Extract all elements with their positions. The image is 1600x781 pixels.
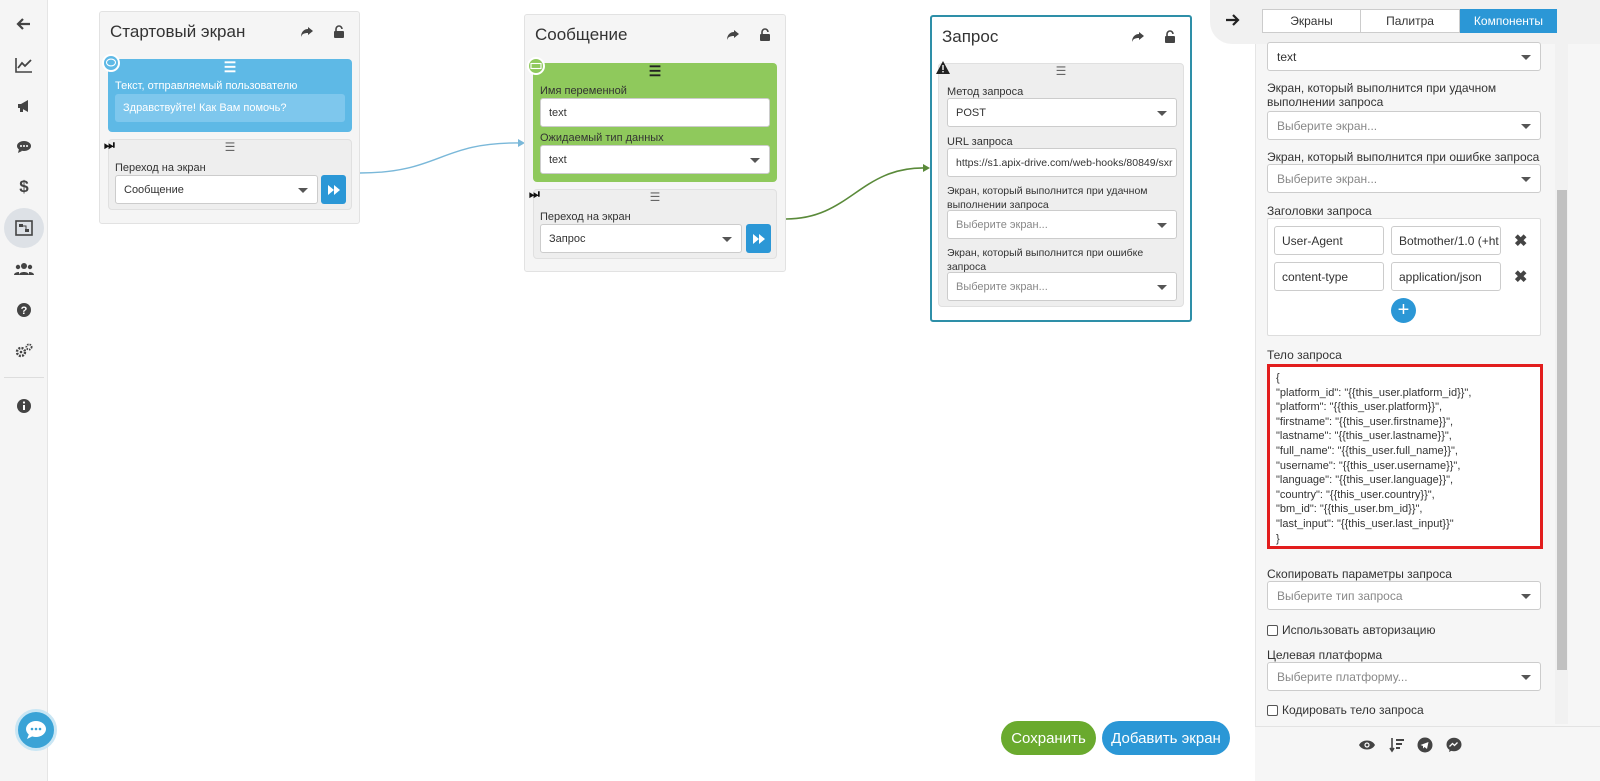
messenger-icon[interactable]	[1444, 735, 1464, 755]
add-screen-button[interactable]: Добавить экран	[1102, 721, 1230, 755]
error-screen-select[interactable]: Выберите экран...	[1267, 164, 1541, 193]
unlock-icon[interactable]	[755, 25, 775, 45]
screens-icon[interactable]	[4, 208, 44, 248]
header-key-input[interactable]: User-Agent	[1274, 226, 1384, 255]
share-icon[interactable]	[723, 25, 743, 45]
chat-widget-icon[interactable]	[15, 709, 57, 751]
transition-label: Переход на экран	[115, 162, 206, 174]
message-type-icon	[102, 54, 120, 72]
telegram-icon[interactable]	[1415, 735, 1435, 755]
screen-card-message[interactable]: Сообщение ☰ Имя переменной text Ожидаемы…	[524, 14, 786, 272]
encode-body-checkbox[interactable]: Кодировать тело запроса	[1267, 703, 1424, 717]
save-button[interactable]: Сохранить	[1001, 721, 1096, 755]
transition-block[interactable]: ☰ Переход на экран Сообщение	[108, 139, 352, 210]
arrow-left-icon[interactable]	[4, 4, 44, 44]
body-label: Тело запроса	[1267, 348, 1342, 362]
dollar-icon[interactable]: $	[4, 167, 44, 207]
unlock-icon[interactable]	[329, 22, 349, 42]
platform-select[interactable]: Выберите платформу...	[1267, 662, 1541, 691]
share-icon[interactable]	[1128, 27, 1148, 47]
variable-input[interactable]: text	[540, 98, 770, 127]
screen-title: Сообщение	[535, 25, 628, 44]
left-sidebar: $ ?	[0, 0, 48, 781]
sort-icon[interactable]	[1387, 735, 1407, 755]
info-icon[interactable]	[4, 386, 44, 426]
drag-handle-icon[interactable]: ☰	[225, 140, 236, 154]
screen-card-request[interactable]: Запрос ☰ Метод запроса POST URL запроса …	[930, 15, 1192, 322]
data-type-label: Ожидаемый тип данных	[540, 132, 664, 144]
headers-label: Заголовки запроса	[1267, 204, 1372, 218]
settings-icon[interactable]	[4, 331, 44, 371]
message-text[interactable]: Здравствуйте! Как Вам помочь?	[115, 94, 345, 122]
screen-title: Стартовый экран	[110, 22, 246, 41]
remove-header-icon[interactable]: ✖	[1514, 267, 1527, 287]
success-screen-select[interactable]: Выберите экран...	[1267, 111, 1541, 140]
checkbox-icon[interactable]	[1267, 624, 1278, 636]
screen-card-start[interactable]: Стартовый экран ☰ Текст, отправляемый по…	[99, 11, 360, 224]
share-icon[interactable]	[297, 22, 317, 42]
drag-handle-icon[interactable]: ☰	[649, 63, 662, 80]
screen-title: Запрос	[942, 27, 999, 46]
message-block[interactable]: ☰ Текст, отправляемый пользователю Здрав…	[108, 59, 352, 132]
drag-handle-icon[interactable]: ☰	[650, 190, 661, 204]
method-select[interactable]: POST	[947, 98, 1177, 127]
users-icon[interactable]	[4, 249, 44, 289]
success-screen-label: Экран, который выполнится при удачном вы…	[947, 185, 1148, 211]
input-block[interactable]: ☰ Имя переменной text Ожидаемый тип данн…	[533, 63, 777, 182]
auth-checkbox[interactable]: Использовать авторизацию	[1267, 623, 1436, 637]
platform-label: Целевая платформа	[1267, 648, 1383, 662]
error-screen-select[interactable]: Выберите экран...	[947, 272, 1177, 301]
success-screen-select[interactable]: Выберите экран...	[947, 210, 1177, 239]
input-type-icon	[527, 57, 545, 75]
request-body-textarea[interactable]: { "platform_id": "{{this_user.platform_i…	[1267, 364, 1543, 549]
top-select[interactable]: text	[1267, 42, 1541, 71]
checkbox-icon[interactable]	[1267, 704, 1278, 716]
message-label: Текст, отправляемый пользователю	[115, 80, 298, 92]
transition-block[interactable]: ☰ Переход на экран Запрос	[533, 189, 777, 259]
data-type-select[interactable]: text	[540, 145, 770, 174]
sidebar-divider	[4, 377, 44, 378]
error-screen-label: Экран, который выполнится при ошибке зап…	[1267, 150, 1540, 164]
tab-components[interactable]: Компоненты	[1460, 9, 1557, 33]
header-value-input[interactable]: Botmother/1.0 (+ht	[1391, 226, 1501, 255]
unlock-icon[interactable]	[1160, 27, 1180, 47]
chart-line-icon[interactable]	[4, 45, 44, 85]
collapse-panel-arrow-icon[interactable]	[1224, 12, 1240, 31]
drag-handle-icon[interactable]: ☰	[224, 59, 237, 76]
megaphone-icon[interactable]	[4, 86, 44, 126]
remove-header-icon[interactable]: ✖	[1514, 231, 1527, 251]
go-to-screen-button[interactable]	[321, 175, 346, 204]
transition-select[interactable]: Запрос	[540, 224, 742, 253]
fast-forward-icon: ⏭	[529, 187, 540, 201]
comments-icon[interactable]	[4, 127, 44, 167]
fast-forward-icon: ⏭	[104, 138, 115, 152]
success-screen-label: Экран, который выполнится при удачном вы…	[1267, 81, 1497, 109]
request-block[interactable]: ☰ Метод запроса POST URL запроса https:/…	[938, 63, 1184, 307]
url-label: URL запроса	[947, 136, 1013, 148]
panel-scrollbar-thumb[interactable]	[1557, 190, 1567, 670]
copy-params-label: Скопировать параметры запроса	[1267, 567, 1452, 581]
copy-params-select[interactable]: Выберите тип запроса	[1267, 581, 1541, 610]
question-icon[interactable]: ?	[4, 290, 44, 330]
error-screen-label: Экран, который выполнится при ошибке зап…	[947, 247, 1144, 273]
transition-label: Переход на экран	[540, 211, 631, 223]
header-key-input[interactable]: content-type	[1274, 262, 1384, 291]
variable-label: Имя переменной	[540, 85, 627, 97]
svg-text:?: ?	[21, 305, 28, 317]
tab-palette[interactable]: Палитра	[1360, 9, 1460, 33]
go-to-screen-button[interactable]	[746, 224, 771, 253]
transition-select[interactable]: Сообщение	[115, 175, 318, 204]
eye-icon[interactable]	[1357, 735, 1377, 755]
warning-icon	[936, 61, 950, 77]
drag-handle-icon[interactable]: ☰	[1056, 64, 1067, 78]
header-value-input[interactable]: application/json	[1391, 262, 1501, 291]
url-input[interactable]: https://s1.apix-drive.com/web-hooks/8084…	[947, 148, 1177, 177]
tab-screens[interactable]: Экраны	[1262, 9, 1361, 33]
add-header-button[interactable]: +	[1391, 298, 1416, 323]
method-label: Метод запроса	[947, 86, 1024, 98]
